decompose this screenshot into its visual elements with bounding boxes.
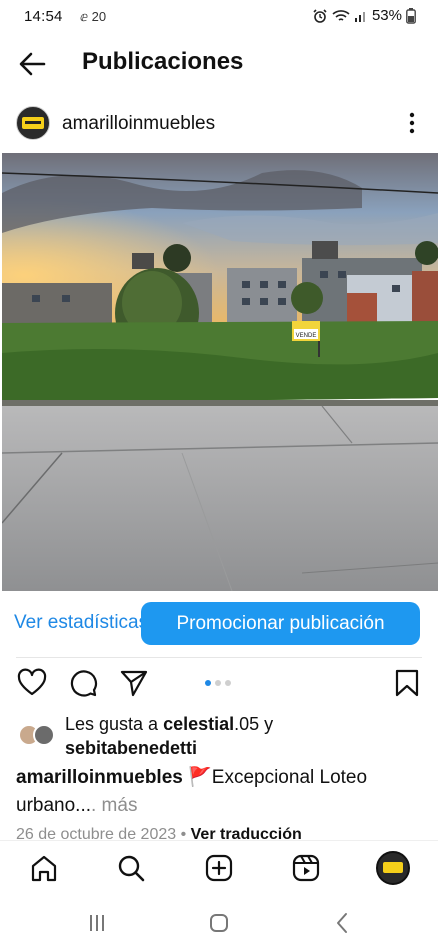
recent-apps-icon[interactable] xyxy=(84,910,110,936)
divider xyxy=(16,657,422,658)
status-notification-icons: ⅇ 20 xyxy=(80,9,107,24)
send-icon[interactable] xyxy=(119,668,149,698)
liker-avatars xyxy=(18,724,58,748)
heart-icon[interactable] xyxy=(17,668,47,698)
status-right-group: 53% xyxy=(312,7,416,24)
back-button-icon[interactable] xyxy=(330,910,356,936)
post-caption[interactable]: amarilloinmuebles 🚩Excepcional Loteo urb… xyxy=(16,764,426,820)
battery-icon xyxy=(406,7,416,24)
post-photo[interactable]: VENDE xyxy=(2,153,438,591)
arrow-left-icon[interactable] xyxy=(16,48,48,80)
post-icons-row xyxy=(0,664,438,704)
caption-username[interactable]: amarilloinmuebles xyxy=(16,767,183,788)
alarm-icon xyxy=(313,8,327,23)
photo-sign-text: VENDE xyxy=(296,333,317,339)
battery-percent: 53% xyxy=(371,7,402,24)
profile-avatar[interactable] xyxy=(376,851,410,885)
likes-prefix: Les gusta a xyxy=(65,714,164,734)
lot-photo-image: VENDE xyxy=(2,153,438,591)
avatar[interactable] xyxy=(16,106,50,140)
carousel-dot-active xyxy=(205,680,211,686)
post-header: amarilloinmuebles xyxy=(0,102,438,146)
liker-name[interactable]: celestial xyxy=(163,714,234,734)
system-navigation-bar xyxy=(0,898,438,950)
status-time: 14:54 xyxy=(24,8,63,25)
plus-square-icon[interactable] xyxy=(204,853,234,883)
liker-name[interactable]: sebitabenedetti xyxy=(65,738,197,758)
bookmark-icon[interactable] xyxy=(392,668,422,698)
carousel-indicator xyxy=(205,680,231,686)
status-bar: 14:54 ⅇ 20 53% xyxy=(0,0,438,34)
carousel-dot xyxy=(215,680,221,686)
more-vertical-icon[interactable] xyxy=(402,110,422,136)
app-header: Publicaciones xyxy=(0,36,438,92)
home-button-icon[interactable] xyxy=(206,910,232,936)
post-username[interactable]: amarilloinmuebles xyxy=(62,113,215,135)
likes-connector: .05 y xyxy=(234,714,274,734)
reels-icon[interactable] xyxy=(291,853,321,883)
likes-summary[interactable]: Les gusta a celestial.05 y sebitabenedett… xyxy=(0,710,438,762)
search-icon[interactable] xyxy=(116,853,146,883)
page-title: Publicaciones xyxy=(82,48,244,75)
caption-more-link[interactable]: . más xyxy=(91,795,137,816)
post-actions-row: Ver estadísticas Promocionar publicación xyxy=(0,600,438,650)
wifi-icon xyxy=(332,9,350,21)
carousel-dot xyxy=(225,680,231,686)
promote-post-button[interactable]: Promocionar publicación xyxy=(141,602,420,645)
home-icon[interactable] xyxy=(29,853,59,883)
view-stats-link[interactable]: Ver estadísticas xyxy=(14,612,148,634)
likes-text: Les gusta a celestial.05 y sebitabenedett… xyxy=(65,712,425,760)
bottom-tab-bar xyxy=(0,840,438,898)
signal-icon xyxy=(354,11,365,22)
comment-icon[interactable] xyxy=(68,668,98,698)
liker-avatar xyxy=(33,724,55,746)
